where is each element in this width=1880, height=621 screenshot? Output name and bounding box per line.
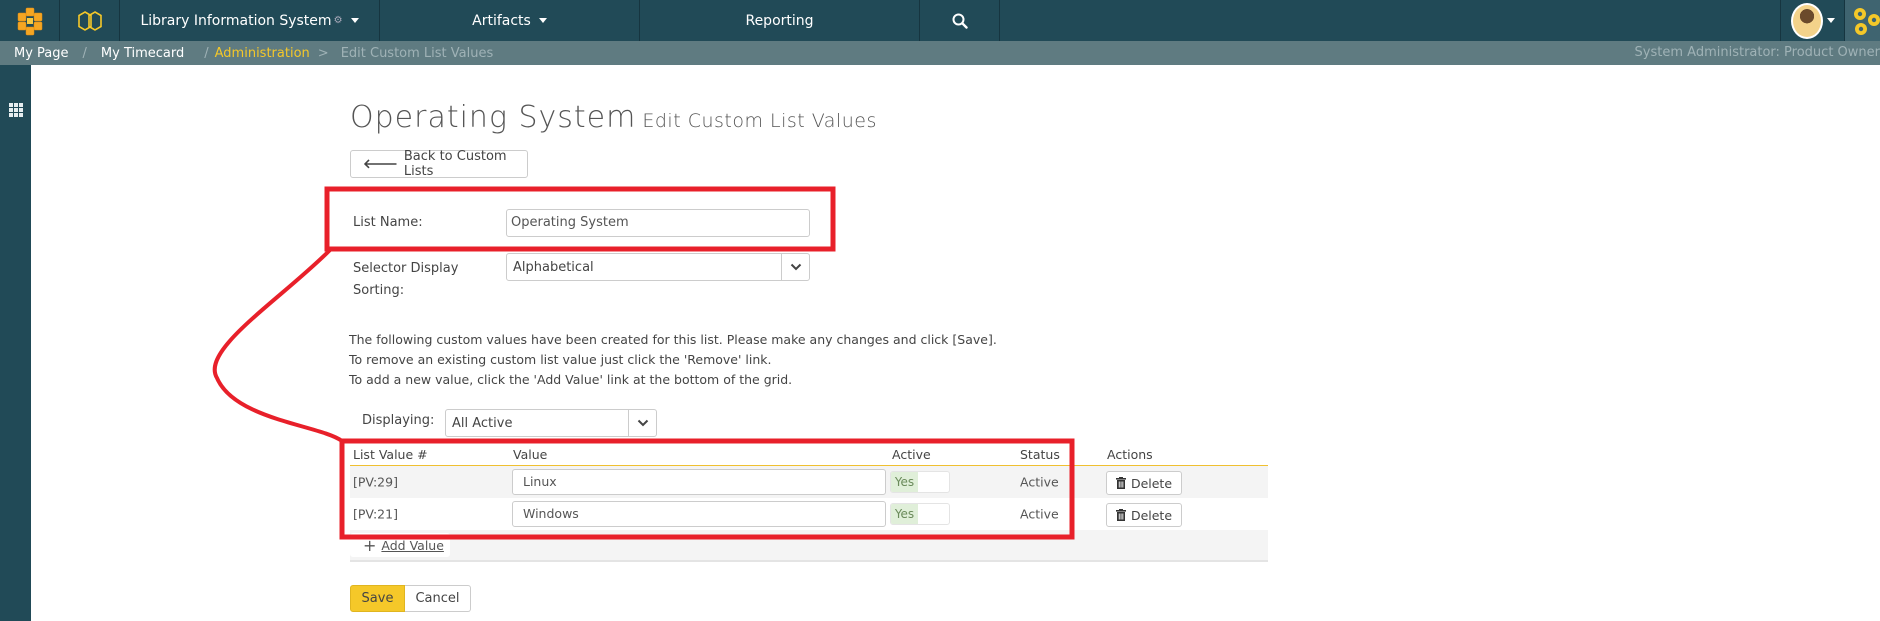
displaying-value: All Active: [452, 415, 513, 431]
active-toggle-yes: Yes: [891, 472, 918, 492]
custom-values-table: List Value # Value Active Status Actions…: [350, 444, 1268, 562]
header-actions: Actions: [1107, 447, 1153, 462]
hexagon-rings-icon: [77, 10, 102, 31]
product-switcher[interactable]: [60, 0, 120, 41]
artifacts-menu[interactable]: Artifacts: [380, 0, 640, 41]
gears-icon: [1853, 7, 1880, 35]
active-toggle-yes: Yes: [891, 504, 918, 524]
delete-label: Delete: [1130, 507, 1173, 523]
project-selector[interactable]: Library Information System ⚙: [120, 0, 380, 41]
save-button[interactable]: Save: [350, 585, 405, 612]
header-active: Active: [892, 447, 931, 462]
page-title: Operating System Edit Custom List Values: [350, 100, 877, 135]
breadcrumb-administration[interactable]: Administration: [215, 46, 310, 61]
search-icon: [952, 13, 968, 29]
top-nav-bar: Library Information System ⚙ Artifacts R…: [0, 0, 1880, 41]
chevron-down-icon: [781, 254, 809, 280]
back-button-label: Back to Custom Lists: [403, 149, 507, 179]
chevron-down-icon: [1826, 18, 1835, 23]
breadcrumb-my-timecard[interactable]: My Timecard: [101, 46, 184, 61]
active-toggle[interactable]: Yes: [890, 471, 950, 493]
table-footer: + Add Value: [350, 530, 1268, 562]
breadcrumb-separator: >: [317, 45, 329, 61]
page-title-name: Operating System: [350, 100, 637, 135]
project-name: Library Information System: [140, 12, 332, 29]
sidebar: [0, 65, 31, 621]
spira-logo-icon: [17, 7, 42, 35]
trash-icon: [1115, 509, 1126, 521]
active-toggle[interactable]: Yes: [890, 503, 950, 525]
delete-button[interactable]: Delete: [1106, 471, 1182, 495]
value-input[interactable]: Windows: [512, 501, 886, 527]
user-role: System Administrator: Product Owner: [1634, 45, 1880, 60]
status-text: Active: [1020, 506, 1059, 522]
add-value-link[interactable]: + Add Value: [350, 533, 450, 557]
header-list-value-number: List Value #: [353, 447, 428, 462]
avatar: [1790, 2, 1823, 39]
list-name-input[interactable]: Operating System: [506, 209, 810, 237]
reporting-label: Reporting: [745, 12, 814, 29]
header-value: Value: [513, 447, 548, 462]
breadcrumb-separator: /: [204, 45, 209, 61]
sorting-label-line1: Selector Display: [353, 261, 459, 276]
artifacts-label: Artifacts: [472, 12, 531, 29]
chevron-down-icon: [350, 18, 359, 23]
help-line: The following custom values have been cr…: [349, 332, 997, 347]
help-text: The following custom values have been cr…: [349, 330, 997, 390]
sorting-label: Selector Display Sorting:: [353, 258, 458, 302]
displaying-select[interactable]: All Active: [445, 409, 657, 437]
add-value-label: Add Value: [381, 537, 444, 553]
plus-icon: +: [363, 535, 377, 555]
search-button[interactable]: [920, 0, 1000, 41]
delete-label: Delete: [1130, 475, 1173, 491]
chevron-down-icon: [538, 18, 547, 23]
arrow-left-icon: 🡐: [363, 157, 398, 172]
reporting-menu[interactable]: Reporting: [640, 0, 920, 41]
help-line: To add a new value, click the 'Add Value…: [349, 372, 793, 387]
breadcrumb-current-page: Edit Custom List Values: [340, 45, 494, 61]
page-subtitle: Edit Custom List Values: [642, 110, 877, 132]
breadcrumb-separator: /: [82, 45, 87, 61]
table-header: List Value # Value Active Status Actions: [350, 444, 1268, 466]
list-value-id: [PV:21]: [353, 506, 398, 522]
back-to-custom-lists-button[interactable]: 🡐 Back to Custom Lists: [350, 149, 528, 179]
app-logo[interactable]: [0, 0, 60, 41]
sorting-select[interactable]: Alphabetical: [506, 253, 810, 281]
delete-button[interactable]: Delete: [1106, 503, 1182, 527]
project-settings-icon: ⚙: [333, 15, 343, 26]
table-row: [PV:29] Linux Yes Active Delete: [350, 466, 1268, 498]
breadcrumb-my-page[interactable]: My Page: [14, 46, 69, 61]
breadcrumb: My Page / My Timecard / Administration >…: [0, 41, 1880, 65]
list-value-id: [PV:29]: [353, 474, 398, 490]
table-row: [PV:21] Windows Yes Active Delete: [350, 498, 1268, 530]
header-status: Status: [1020, 447, 1060, 462]
help-line: To remove an existing custom list value …: [349, 352, 772, 367]
displaying-label: Displaying:: [362, 413, 435, 428]
cancel-button[interactable]: Cancel: [405, 585, 471, 612]
status-text: Active: [1020, 474, 1059, 490]
sorting-label-line2: Sorting:: [353, 283, 405, 298]
admin-button[interactable]: [1845, 0, 1880, 41]
user-menu[interactable]: [1780, 0, 1845, 41]
chevron-down-icon: [628, 410, 656, 436]
value-input[interactable]: Linux: [512, 469, 886, 495]
list-name-label: List Name:: [353, 215, 423, 230]
sorting-value: Alphabetical: [513, 259, 594, 275]
trash-icon: [1115, 477, 1126, 489]
apps-grid-icon[interactable]: [9, 103, 23, 117]
annotation-connector: [212, 248, 344, 443]
